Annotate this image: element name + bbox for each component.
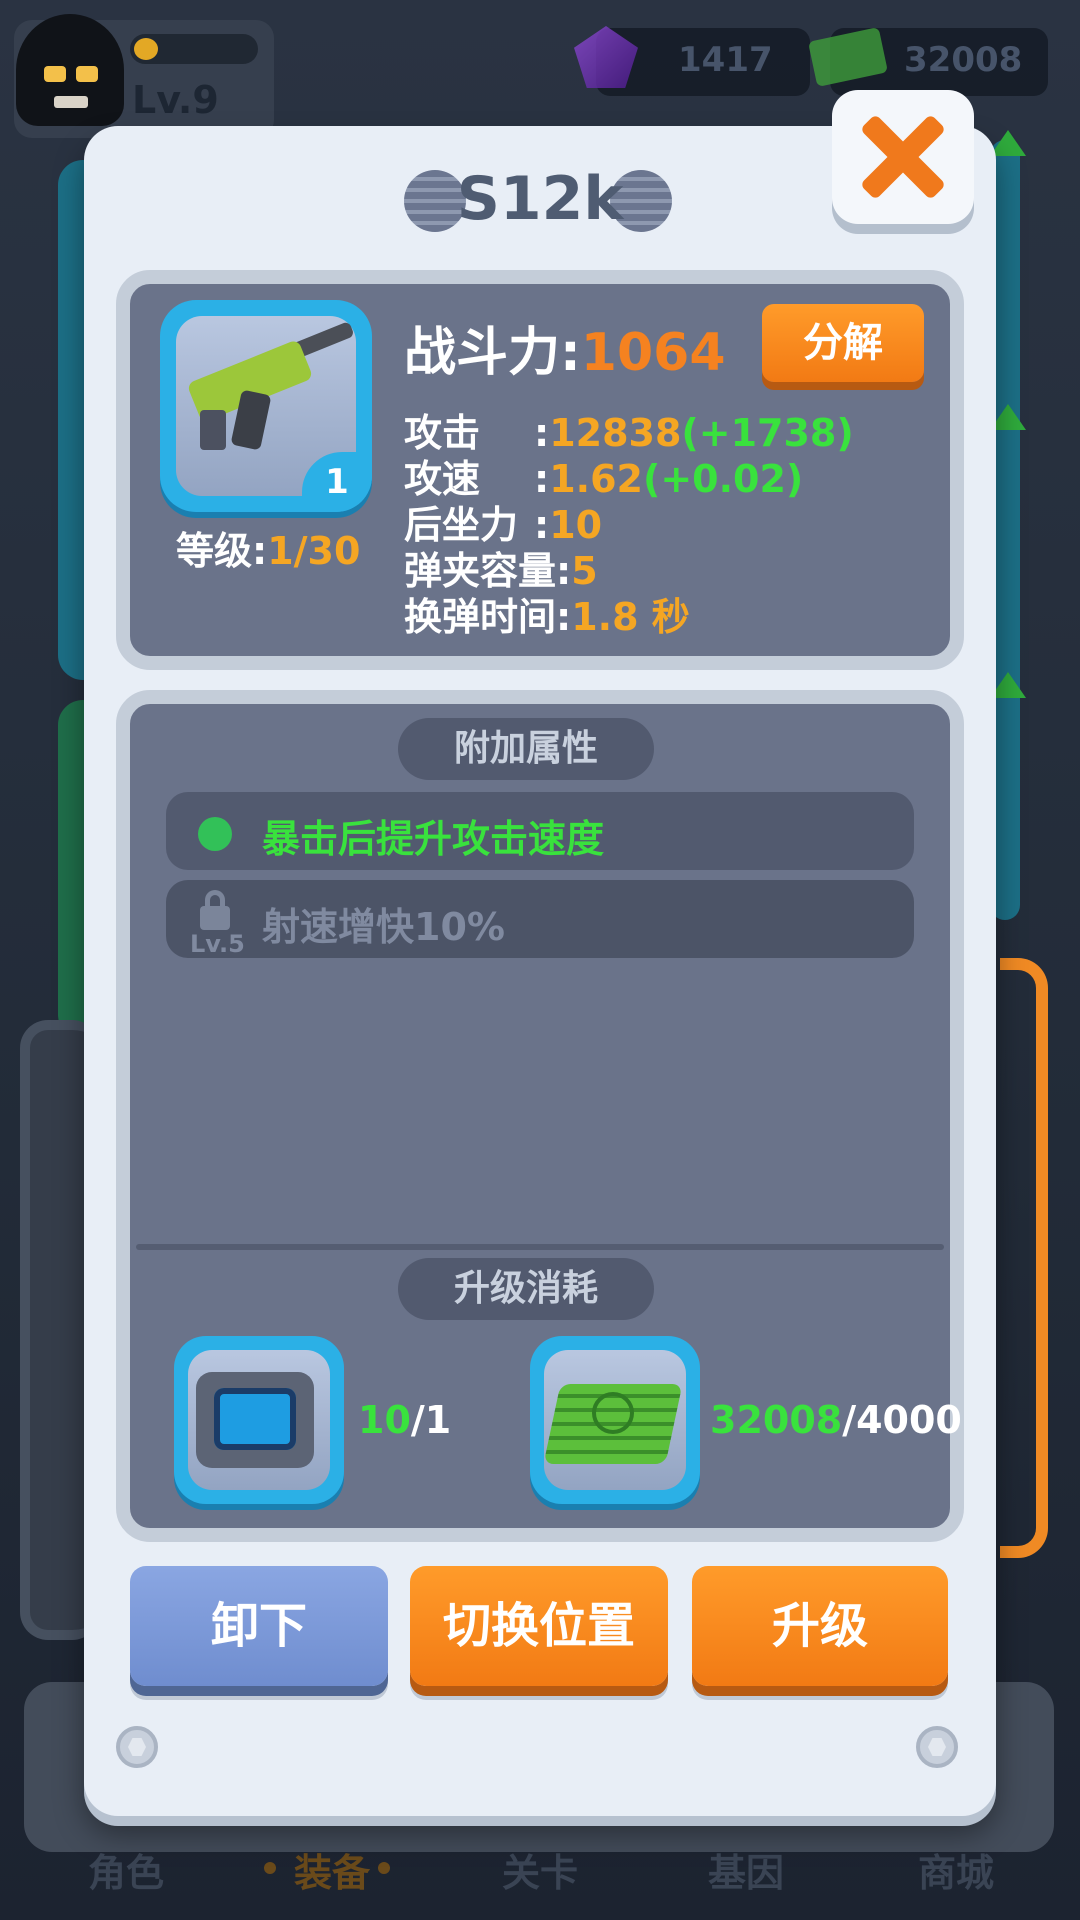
- unequip-button[interactable]: 卸下: [130, 1566, 388, 1686]
- player-avatar[interactable]: [16, 14, 124, 126]
- extra-attributes-title: 附加属性: [398, 718, 654, 780]
- stat-magazine: 弹夹容量: 5: [404, 549, 598, 593]
- extra-attribute-text: 暴击后提升攻击速度: [262, 817, 605, 861]
- player-level: Lv.9: [132, 78, 219, 122]
- stat-reload-time: 换弹时间: 1.8 秒: [404, 595, 690, 639]
- lock-level: Lv.5: [190, 930, 245, 958]
- screw-icon: [916, 1726, 958, 1768]
- nav-tab-shop[interactable]: 商城: [918, 1842, 994, 1897]
- xp-fill: [134, 38, 158, 60]
- upgrade-arrow-icon: [990, 130, 1026, 156]
- close-button[interactable]: [832, 90, 974, 224]
- combat-power: 战斗力:1064: [404, 323, 726, 383]
- background-slot-frame: [1000, 958, 1048, 1558]
- upgrade-cost-title: 升级消耗: [398, 1258, 654, 1320]
- section-divider: [136, 1244, 944, 1250]
- nav-tab-character[interactable]: 角色: [88, 1842, 164, 1897]
- nav-tab-equipment[interactable]: 装备: [294, 1842, 370, 1897]
- cash-cost: 32008/4000: [710, 1398, 962, 1442]
- weapon-level: 等级:1/30: [176, 529, 361, 573]
- screw-icon: [116, 1726, 158, 1768]
- decompose-button[interactable]: 分解: [762, 304, 924, 382]
- nav-active-dot: [264, 1862, 276, 1874]
- nav-active-dot: [378, 1862, 390, 1874]
- chip-cost: 10/1: [358, 1398, 452, 1442]
- locked-attribute-text: 射速增快10%: [262, 905, 505, 949]
- stat-attack: 攻击: 12838(+1738): [404, 411, 854, 455]
- nav-tab-stages[interactable]: 关卡: [502, 1842, 578, 1897]
- cash-count: 32008: [904, 40, 1023, 80]
- active-dot-icon: [198, 817, 232, 851]
- switch-position-button[interactable]: 切换位置: [410, 1566, 668, 1686]
- gem-count: 1417: [678, 40, 773, 80]
- nav-tab-genes[interactable]: 基因: [708, 1842, 784, 1897]
- stat-attack-speed: 攻速: 1.62(+0.02): [404, 457, 804, 501]
- stat-recoil: 后坐力: 10: [404, 503, 603, 547]
- upgrade-button[interactable]: 升级: [692, 1566, 948, 1686]
